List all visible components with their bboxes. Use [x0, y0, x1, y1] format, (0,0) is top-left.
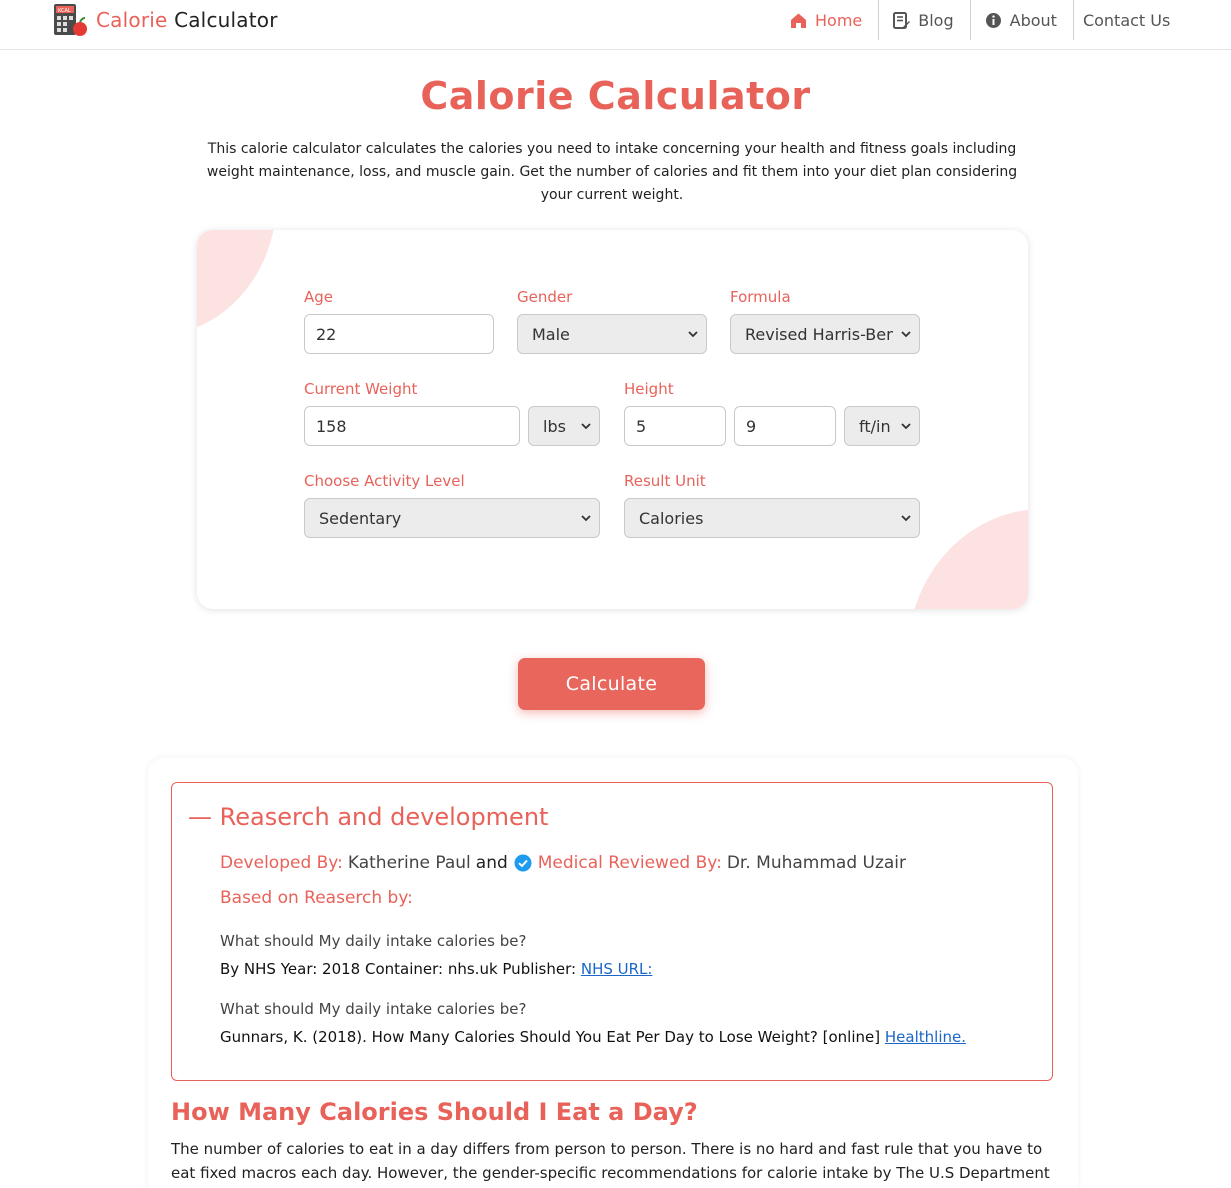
developer-name: Katherine Paul: [347, 853, 471, 873]
reference-question: What should My daily intake calories be?: [220, 932, 527, 950]
blog-edit-icon: [893, 11, 911, 29]
citation-text: By NHS Year: 2018 Container: nhs.uk Publ…: [220, 960, 577, 978]
height-feet-input[interactable]: 5: [624, 406, 726, 446]
research-title[interactable]: — Reaserch and development: [188, 803, 548, 831]
chevron-down-icon: [901, 423, 911, 430]
authors-line: Developed By: Katherine Paul and Medical…: [220, 853, 906, 873]
brand-part2: Calculator: [174, 8, 278, 32]
reviewer-name: Dr. Muhammad Uzair: [726, 853, 907, 873]
activity-label: Choose Activity Level: [304, 472, 465, 490]
decorative-blob-bottom-right: [908, 509, 1028, 609]
calculate-button[interactable]: Calculate: [518, 658, 705, 710]
result-unit-value: Calories: [639, 508, 704, 528]
result-unit-select[interactable]: Calories: [624, 498, 920, 538]
developed-by-label: Developed By:: [220, 853, 343, 873]
height-inches-value: 9: [746, 416, 757, 436]
svg-text:KCAL: KCAL: [58, 8, 71, 14]
nav-contact[interactable]: Contact Us: [1072, 0, 1186, 40]
healthline-link[interactable]: Healthline.: [885, 1028, 966, 1046]
reference-question: What should My daily intake calories be?: [220, 1000, 527, 1018]
age-input[interactable]: 22: [304, 314, 494, 354]
reference-citation: By NHS Year: 2018 Container: nhs.uk Publ…: [220, 960, 652, 978]
nav-about-label: About: [1009, 10, 1057, 30]
chevron-down-icon: [688, 331, 698, 338]
top-navbar: KCAL Calorie Calculator Home Blog About …: [0, 0, 1231, 50]
gender-label: Gender: [517, 288, 573, 306]
chevron-down-icon: [581, 515, 591, 522]
and-text: and: [475, 853, 508, 873]
weight-input[interactable]: 158: [304, 406, 520, 446]
nav-home-label: Home: [815, 10, 863, 30]
home-icon: [790, 12, 807, 29]
formula-select[interactable]: Revised Harris-Benedict: [730, 314, 920, 354]
age-label: Age: [304, 288, 334, 306]
gender-value: Male: [532, 324, 570, 344]
height-inches-input[interactable]: 9: [734, 406, 836, 446]
weight-label: Current Weight: [304, 380, 418, 398]
nhs-link[interactable]: NHS URL:: [581, 960, 653, 978]
height-unit-select[interactable]: ft/in: [844, 406, 920, 446]
height-label: Height: [624, 380, 674, 398]
nav-contact-label: Contact Us: [1082, 10, 1171, 30]
chevron-down-icon: [581, 423, 591, 430]
height-feet-value: 5: [636, 416, 647, 436]
weight-value: 158: [316, 416, 347, 436]
brand-part1: Calorie: [96, 8, 168, 32]
reference-citation: Gunnars, K. (2018). How Many Calories Sh…: [220, 1028, 966, 1046]
intro-text: This calorie calculator calculates the c…: [206, 141, 1018, 203]
formula-label: Formula: [730, 288, 791, 306]
citation-text: Gunnars, K. (2018). How Many Calories Sh…: [220, 1028, 881, 1046]
nav-blog[interactable]: Blog: [878, 0, 969, 40]
calculator-form-card: Age 22 Gender Male Formula Revised Harri…: [197, 230, 1028, 609]
brand-text: Calorie Calculator: [96, 8, 278, 32]
research-box: — Reaserch and development Developed By:…: [171, 782, 1053, 1081]
nav-blog-label: Blog: [918, 10, 954, 30]
weight-unit-select[interactable]: lbs: [528, 406, 600, 446]
verified-badge-icon: [514, 854, 532, 872]
section-paragraph: The number of calories to eat in a day d…: [171, 1140, 1050, 1182]
nav-links: Home Blog About Contact Us: [776, 0, 1186, 40]
formula-value: Revised Harris-Benedict: [745, 324, 893, 344]
based-on-label: Based on Reaserch by:: [220, 888, 413, 908]
kcal-calculator-apple-icon: KCAL: [52, 3, 90, 37]
reviewed-by-label: Medical Reviewed By:: [537, 853, 722, 873]
page-title: Calorie Calculator: [420, 74, 811, 118]
section-heading: How Many Calories Should I Eat a Day?: [171, 1098, 698, 1126]
age-value: 22: [316, 324, 337, 344]
nav-home[interactable]: Home: [776, 0, 878, 40]
result-unit-label: Result Unit: [624, 472, 706, 490]
decorative-blob-top-left: [197, 230, 277, 335]
gender-select[interactable]: Male: [517, 314, 707, 354]
brand[interactable]: KCAL Calorie Calculator: [52, 2, 278, 38]
chevron-down-icon: [901, 515, 911, 522]
activity-select[interactable]: Sedentary: [304, 498, 600, 538]
activity-value: Sedentary: [319, 508, 402, 528]
chevron-down-icon: [901, 331, 911, 338]
nav-about[interactable]: About: [969, 0, 1073, 40]
info-icon: [985, 12, 1002, 29]
